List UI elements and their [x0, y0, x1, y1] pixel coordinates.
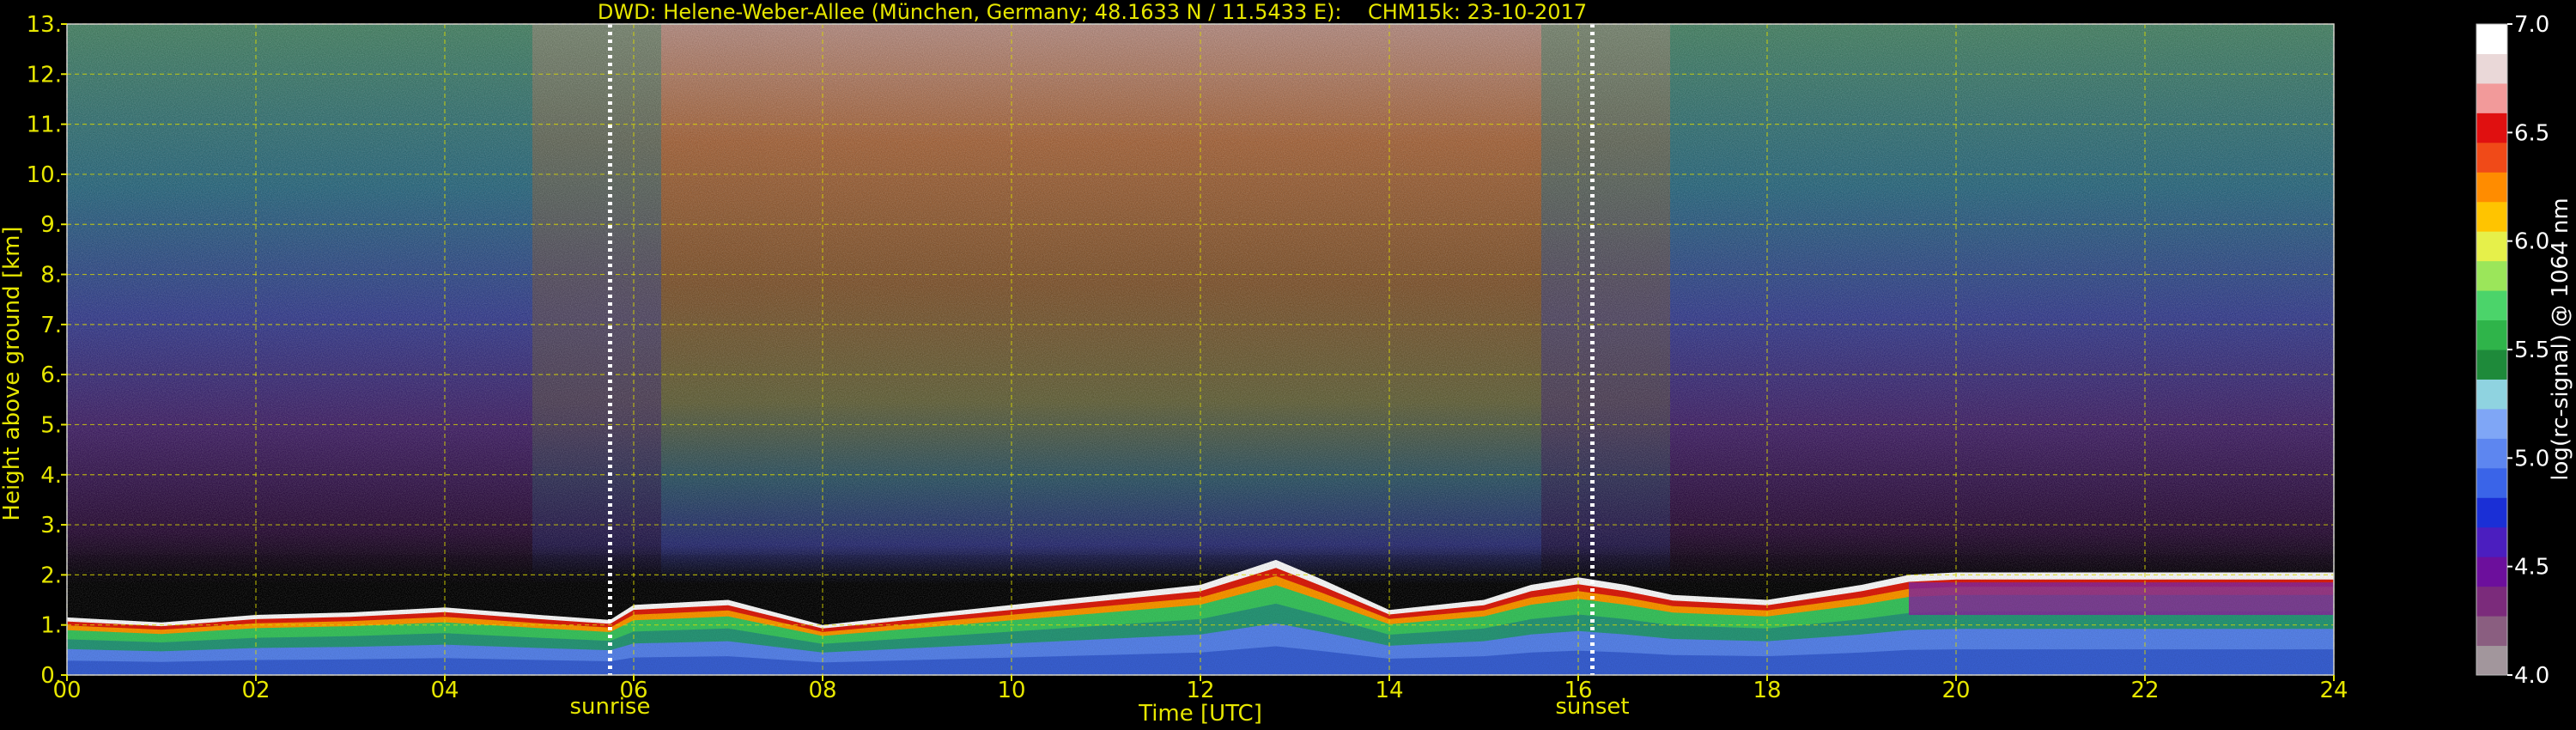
x-tick-label: 14: [1375, 678, 1403, 703]
y-tick-label: 5.: [40, 412, 62, 438]
x-tick-label: 16: [1564, 678, 1592, 703]
y-tick-label: 9.: [40, 212, 62, 238]
colorbar-tick-label: 6.5: [2514, 120, 2549, 146]
colorbar-segment: [2476, 290, 2507, 321]
y-tick-label: 4.: [40, 463, 62, 489]
colorbar-tick-label: 4.5: [2514, 555, 2549, 581]
colorbar: 4.0 4.5 5.0 5.5 6.0 6.5 7.0: [2476, 12, 2549, 689]
y-tick-label: 8.: [40, 263, 62, 289]
colorbar-tick-label: 5.0: [2514, 446, 2549, 471]
colorbar-tick-label: 5.5: [2514, 338, 2549, 363]
y-tick-label: 7.: [40, 313, 62, 338]
y-axis-label: Height above ground [km]: [0, 226, 25, 520]
x-tick-label: 20: [1941, 678, 1970, 703]
colorbar-segment: [2476, 231, 2507, 262]
y-tick-label: 12.: [27, 62, 62, 88]
colorbar-segment: [2476, 467, 2507, 498]
x-tick-label: 08: [808, 678, 836, 703]
x-tick-label: 18: [1753, 678, 1781, 703]
colorbar-segment: [2476, 526, 2507, 557]
y-tick-label: 0.: [40, 663, 62, 689]
colorbar-segment: [2476, 586, 2507, 617]
x-tick-label: 12: [1186, 678, 1214, 703]
colorbar-segment: [2476, 82, 2507, 113]
colorbar-segment: [2476, 557, 2507, 587]
colorbar-segment: [2476, 142, 2507, 173]
colorbar-segment: [2476, 379, 2507, 410]
x-tick-label: 06: [619, 678, 647, 703]
colorbar-tick-label: 4.0: [2514, 663, 2549, 689]
x-tick-label: 04: [430, 678, 459, 703]
colorbar-label: log(rc-signal) @ 1064 nm: [2548, 198, 2573, 480]
colorbar-segment: [2476, 53, 2507, 84]
colorbar-segment: [2476, 350, 2507, 380]
colorbar-segment: [2476, 260, 2507, 291]
x-tick-label: 02: [241, 678, 270, 703]
colorbar-segment: [2476, 113, 2507, 143]
ceilometer-chart: sunrise sunset 00 02 04 06 08 10 12 14 16 18 20 22 24…: [0, 0, 2573, 727]
colorbar-segment: [2476, 645, 2507, 676]
x-axis-label: Time [UTC]: [1138, 701, 1262, 727]
x-tick-label: 24: [2319, 678, 2348, 703]
y-tick-label: 1.: [40, 613, 62, 639]
y-tick-label: 11.: [27, 113, 62, 138]
colorbar-tick-label: 6.0: [2514, 229, 2549, 255]
y-tick-label: 13.: [27, 12, 62, 38]
y-tick-label: 10.: [27, 162, 62, 188]
y-tick-label: 2.: [40, 563, 62, 588]
colorbar-segment: [2476, 319, 2507, 350]
colorbar-segment: [2476, 408, 2507, 439]
colorbar-segment: [2476, 201, 2507, 232]
colorbar-segment: [2476, 497, 2507, 528]
colorbar-segment: [2476, 172, 2507, 203]
x-tick-label: 10: [997, 678, 1025, 703]
y-tick-label: 3.: [40, 513, 62, 538]
colorbar-segment: [2476, 616, 2507, 647]
y-tick-label: 6.: [40, 362, 62, 388]
colorbar-tick-label: 7.0: [2514, 12, 2549, 38]
chart-title: DWD: Helene-Weber-Allee (München, German…: [598, 0, 1587, 24]
colorbar-segment: [2476, 24, 2507, 54]
x-tick-label: 22: [2130, 678, 2159, 703]
colorbar-segment: [2476, 438, 2507, 469]
